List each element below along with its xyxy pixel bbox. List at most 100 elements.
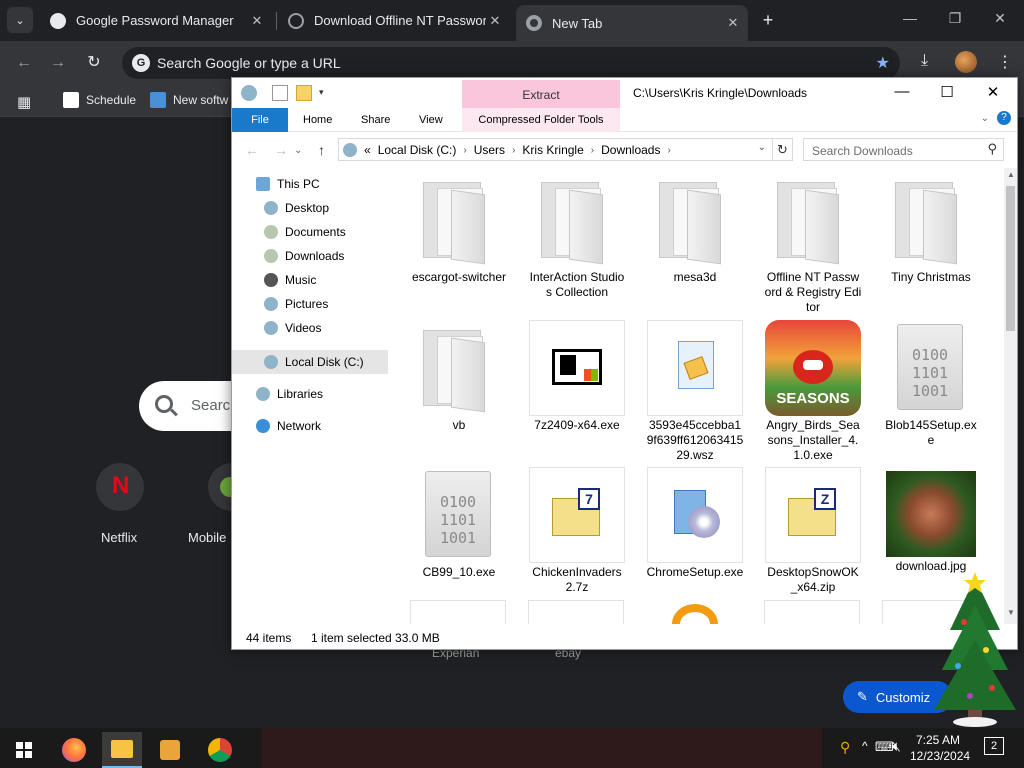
show-hidden-icons[interactable]: ^ — [862, 739, 868, 753]
notification-center-button[interactable]: 2 — [984, 737, 1004, 755]
nav-item-downloads[interactable]: Downloads — [264, 244, 396, 268]
file-explorer-button[interactable] — [102, 732, 142, 768]
nav-item-documents[interactable]: Documents — [264, 220, 396, 244]
expand-ribbon-icon[interactable]: ⌄ — [981, 113, 989, 124]
file-item[interactable]: SEASONS Angry_Birds_Seasons_Installer_4.… — [764, 320, 862, 463]
bookmark-schedule[interactable]: Schedule — [63, 92, 136, 108]
file-item[interactable]: Tiny Christmas — [882, 172, 980, 285]
refresh-button[interactable]: ↻ — [773, 138, 793, 161]
chevron-down-icon[interactable]: ⌄ — [758, 142, 766, 153]
menu-icon[interactable]: ⋮ — [997, 52, 1013, 72]
file-item[interactable]: ChromeSetup.exe — [646, 467, 744, 580]
file-item[interactable]: 7 ChickenInvaders2.7z — [528, 467, 626, 595]
media-player-button[interactable] — [150, 732, 190, 768]
breadcrumb-kris-kringle[interactable]: Kris Kringle — [522, 143, 583, 157]
clock-date[interactable]: 12/23/2024 — [910, 749, 970, 763]
chevron-right-icon[interactable]: › — [667, 145, 670, 156]
file-item[interactable]: vb — [410, 320, 508, 433]
breadcrumb-local-disk[interactable]: Local Disk (C:) — [378, 143, 457, 157]
file-item[interactable] — [410, 600, 506, 624]
download-icon[interactable]: ⤓ — [921, 52, 928, 70]
file-item[interactable]: Offline NT Password & Registry Editor — [764, 172, 862, 315]
breadcrumb-overflow[interactable]: « — [364, 143, 371, 157]
nav-item-pictures[interactable]: Pictures — [264, 292, 396, 316]
recent-locations-icon[interactable]: ⌄ — [294, 145, 302, 156]
avatar[interactable] — [955, 51, 977, 73]
tab-file[interactable]: File — [232, 108, 288, 132]
minimize-button[interactable]: — — [895, 10, 925, 26]
clock-time[interactable]: 7:25 AM — [916, 733, 960, 747]
bookmark-star-icon[interactable]: ★ — [876, 53, 890, 73]
file-item[interactable] — [672, 604, 718, 624]
nav-item-libraries[interactable]: Libraries — [256, 382, 396, 406]
help-icon[interactable]: ? — [997, 111, 1011, 125]
volume-muted-icon[interactable]: 🔇︎ — [892, 738, 901, 755]
up-button[interactable]: ↑ — [318, 142, 325, 158]
chrome-button[interactable] — [200, 732, 240, 768]
file-item[interactable]: 3593e45ccebba19f639ff61206341529.wsz — [646, 320, 744, 463]
shortcut-netflix[interactable]: N — [96, 463, 144, 511]
close-window-button[interactable]: ✕ — [985, 10, 1015, 27]
chevron-right-icon[interactable]: › — [463, 145, 466, 156]
nav-item-music[interactable]: Music — [264, 268, 396, 292]
tab-new-tab[interactable]: New Tab ✕ — [516, 5, 748, 41]
folder-icon — [765, 172, 861, 268]
tab-share[interactable]: Share — [361, 114, 390, 126]
breadcrumb-downloads[interactable]: Downloads — [601, 143, 660, 157]
scroll-up-icon[interactable]: ▲ — [1007, 170, 1015, 179]
nav-item-this-pc[interactable]: This PC — [256, 172, 396, 196]
search-input[interactable]: Search Downloads ⚲ — [803, 138, 1004, 161]
file-item[interactable]: InterAction Studios Collection — [528, 172, 626, 300]
chevron-right-icon[interactable]: › — [512, 145, 515, 156]
maximize-button[interactable]: ❐ — [940, 10, 970, 27]
tab-home[interactable]: Home — [303, 114, 332, 126]
wsz-file-icon — [647, 320, 743, 416]
file-item[interactable]: 0100 1101 1001 CB99_10.exe — [410, 467, 508, 580]
properties-icon[interactable] — [272, 85, 288, 101]
firefox-button[interactable] — [54, 732, 94, 768]
tab-offline-nt[interactable]: Download Offline NT Password ✕ — [278, 6, 510, 35]
start-button[interactable] — [4, 732, 44, 768]
tab-password-manager[interactable]: Google Password Manager ✕ — [40, 6, 272, 35]
close-window-button[interactable]: ✕ — [973, 83, 1013, 101]
file-item[interactable] — [764, 600, 860, 624]
forward-button[interactable]: → — [48, 53, 68, 73]
address-bar[interactable]: « Local Disk (C:) › Users › Kris Kringle… — [338, 138, 773, 161]
file-item[interactable] — [528, 600, 624, 624]
file-item[interactable]: escargot-switcher — [410, 172, 508, 285]
scrollbar-thumb[interactable] — [1006, 186, 1015, 331]
search-icon[interactable]: ⚲ — [840, 739, 850, 756]
forward-button[interactable]: → — [274, 142, 288, 158]
maximize-button[interactable]: ☐ — [927, 83, 967, 101]
breadcrumb-users[interactable]: Users — [474, 143, 505, 157]
extract-context-tab[interactable]: Extract — [462, 80, 620, 108]
chevron-right-icon[interactable]: › — [591, 145, 594, 156]
bookmark-new-software[interactable]: New softw — [150, 92, 228, 108]
tab-search-button[interactable]: ⌄ — [7, 7, 33, 33]
nav-item-network[interactable]: Network — [256, 414, 396, 438]
network-icon[interactable]: ⌨ — [875, 739, 894, 755]
vertical-scrollbar[interactable]: ▲ ▼ — [1004, 168, 1017, 624]
minimize-button[interactable]: — — [882, 83, 922, 100]
file-item[interactable]: download.jpg — [882, 467, 980, 574]
close-icon[interactable]: ✕ — [724, 15, 742, 31]
close-icon[interactable]: ✕ — [248, 13, 266, 29]
nav-item-videos[interactable]: Videos — [264, 316, 396, 340]
new-tab-button[interactable]: + — [757, 8, 779, 32]
nav-item-desktop[interactable]: Desktop — [264, 196, 396, 220]
back-button[interactable]: ← — [14, 53, 34, 73]
omnibox[interactable]: G Search Google or type a URL ★ — [122, 47, 900, 79]
back-button[interactable]: ← — [245, 142, 259, 158]
file-item[interactable]: 0100 1101 1001 Blob145Setup.exe — [882, 320, 980, 448]
tab-view[interactable]: View — [419, 114, 443, 126]
file-item[interactable]: mesa3d — [646, 172, 744, 285]
nav-item-local-disk[interactable]: Local Disk (C:) — [232, 350, 388, 374]
apps-grid-icon[interactable]: ▦ — [17, 93, 31, 111]
file-item[interactable]: Z DesktopSnowOK_x64.zip — [764, 467, 862, 595]
new-folder-icon[interactable] — [296, 85, 312, 101]
tab-compressed-folder-tools[interactable]: Compressed Folder Tools — [462, 108, 620, 132]
customize-qa-icon[interactable]: ▾ — [319, 87, 335, 103]
file-item[interactable]: 7z2409-x64.exe — [528, 320, 626, 433]
close-icon[interactable]: ✕ — [486, 13, 504, 29]
reload-button[interactable]: ↻ — [84, 53, 104, 73]
